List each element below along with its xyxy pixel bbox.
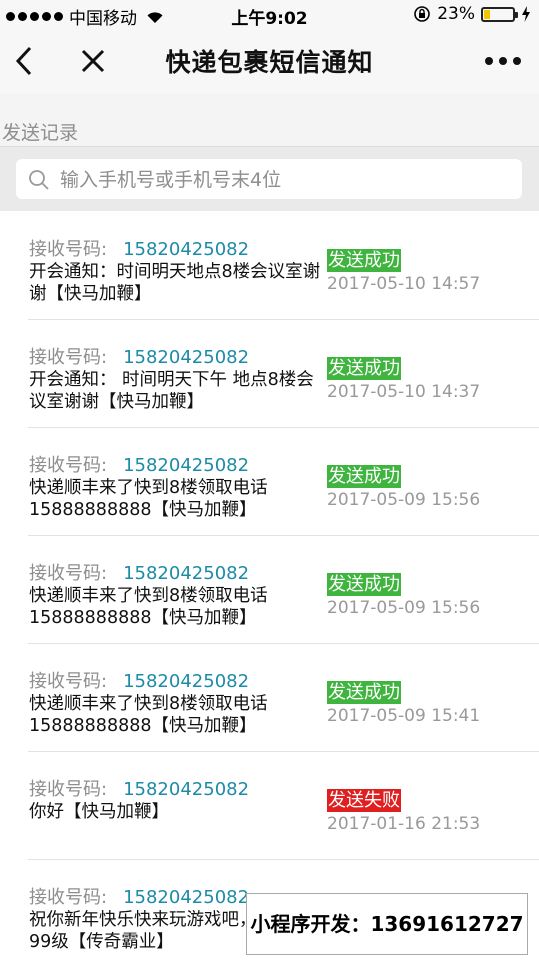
record-meta: 发送成功 2017-05-09 15:56 [327, 465, 480, 512]
page-title: 快递包裹短信通知 [165, 48, 374, 77]
phone-label: 接收号码: [29, 887, 108, 908]
phone-line: 接收号码: 15820425082 [29, 347, 329, 369]
search-input[interactable] [58, 159, 502, 201]
phone-label: 接收号码: [29, 779, 108, 800]
record-meta: 发送失败 2017-01-16 21:53 [327, 789, 480, 836]
status-badge: 发送成功 [327, 357, 401, 380]
record-list: 接收号码: 15820425082 开会通知：时间明天地点8楼会议室谢谢【快马加鞭… [0, 211, 539, 960]
record-content: 接收号码: 15820425082 开会通知： 时间明天下午 地点8楼会议室谢谢【… [29, 347, 329, 413]
message-text: 开会通知：时间明天地点8楼会议室谢谢【快马加鞭】 [29, 262, 321, 304]
record-meta: 发送成功 2017-05-10 14:57 [327, 249, 480, 296]
phone-label: 接收号码: [29, 455, 108, 476]
list-item[interactable]: 接收号码: 15820425082 快递顺丰来了快到8楼领取电话158888888… [0, 427, 539, 535]
section-label: 发送记录 [2, 122, 79, 144]
record-meta: 发送成功 2017-05-10 14:37 [327, 357, 480, 404]
status-badge: 发送成功 [327, 681, 401, 704]
send-time: 2017-05-09 15:56 [327, 598, 481, 618]
message-text: 快递顺丰来了快到8楼领取电话15888888888【快马加鞭】 [29, 694, 268, 736]
status-badge: 发送成功 [327, 573, 401, 596]
search-box[interactable] [16, 159, 522, 201]
phone-number: 15820425082 [123, 887, 250, 908]
list-item[interactable]: 接收号码: 15820425082 开会通知：时间明天地点8楼会议室谢谢【快马加鞭… [0, 211, 539, 319]
orientation-lock-icon [414, 6, 431, 22]
message-text: 快递顺丰来了快到8楼领取电话15888888888【快马加鞭】 [29, 586, 268, 628]
phone-label: 接收号码: [29, 671, 108, 692]
send-time: 2017-05-10 14:37 [327, 382, 481, 402]
status-right: 23% [413, 4, 531, 24]
promo-banner: 小程序开发：13691612727 [246, 893, 528, 955]
record-meta: 发送成功 2017-05-09 15:56 [327, 573, 480, 620]
more-icon[interactable] [485, 57, 521, 65]
list-item[interactable]: 接收号码: 15820425082 开会通知： 时间明天下午 地点8楼会议室谢谢【… [0, 319, 539, 427]
list-item[interactable]: 接收号码: 15820425082 快递顺丰来了快到8楼领取电话158888888… [0, 643, 539, 751]
record-content: 接收号码: 15820425082 快递顺丰来了快到8楼领取电话158888888… [29, 563, 329, 629]
send-time: 2017-05-09 15:41 [327, 706, 481, 726]
phone-line: 接收号码: 15820425082 [29, 239, 329, 261]
phone-line: 接收号码: 15820425082 [29, 455, 329, 477]
phone-line: 接收号码: 15820425082 [29, 671, 329, 693]
message-text: 开会通知： 时间明天下午 地点8楼会议室谢谢【快马加鞭】 [29, 370, 314, 412]
list-item[interactable]: 接收号码: 15820425082 你好【快马加鞭】 发送失败 2017-01-1… [0, 751, 539, 859]
message-text: 你好【快马加鞭】 [29, 802, 169, 822]
phone-number: 15820425082 [123, 455, 250, 476]
status-badge: 发送成功 [327, 249, 401, 272]
battery-percent: 23% [437, 4, 475, 24]
nav-bar: 快递包裹短信通知 [0, 30, 539, 94]
status-badge: 发送成功 [327, 465, 401, 488]
list-item[interactable]: 接收号码: 15820425082 快递顺丰来了快到8楼领取电话158888888… [0, 535, 539, 643]
status-badge: 发送失败 [327, 789, 401, 812]
record-content: 接收号码: 15820425082 你好【快马加鞭】 [29, 779, 329, 823]
record-content: 接收号码: 15820425082 快递顺丰来了快到8楼领取电话158888888… [29, 671, 329, 737]
search-bar [0, 146, 539, 211]
phone-label: 接收号码: [29, 563, 108, 584]
phone-label: 接收号码: [29, 347, 108, 368]
charging-icon [522, 6, 530, 22]
phone-number: 15820425082 [123, 671, 250, 692]
record-content: 接收号码: 15820425082 快递顺丰来了快到8楼领取电话158888888… [29, 455, 329, 521]
send-time: 2017-01-16 21:53 [327, 814, 481, 834]
battery-icon [481, 6, 518, 22]
phone-number: 15820425082 [123, 779, 250, 800]
record-meta: 发送成功 2017-05-09 15:41 [327, 681, 480, 728]
phone-number: 15820425082 [123, 347, 250, 368]
phone-number: 15820425082 [123, 563, 250, 584]
phone-line: 接收号码: 15820425082 [29, 779, 329, 801]
phone-line: 接收号码: 15820425082 [29, 563, 329, 585]
phone-number: 15820425082 [123, 239, 250, 260]
message-text: 快递顺丰来了快到8楼领取电话15888888888【快马加鞭】 [29, 478, 268, 520]
send-time: 2017-05-09 15:56 [327, 490, 481, 510]
phone-label: 接收号码: [29, 239, 108, 260]
status-bar: 中国移动 上午9:02 23% [0, 0, 539, 30]
search-icon [29, 170, 49, 190]
record-content: 接收号码: 15820425082 开会通知：时间明天地点8楼会议室谢谢【快马加鞭… [29, 239, 329, 305]
send-time: 2017-05-10 14:57 [327, 274, 481, 294]
